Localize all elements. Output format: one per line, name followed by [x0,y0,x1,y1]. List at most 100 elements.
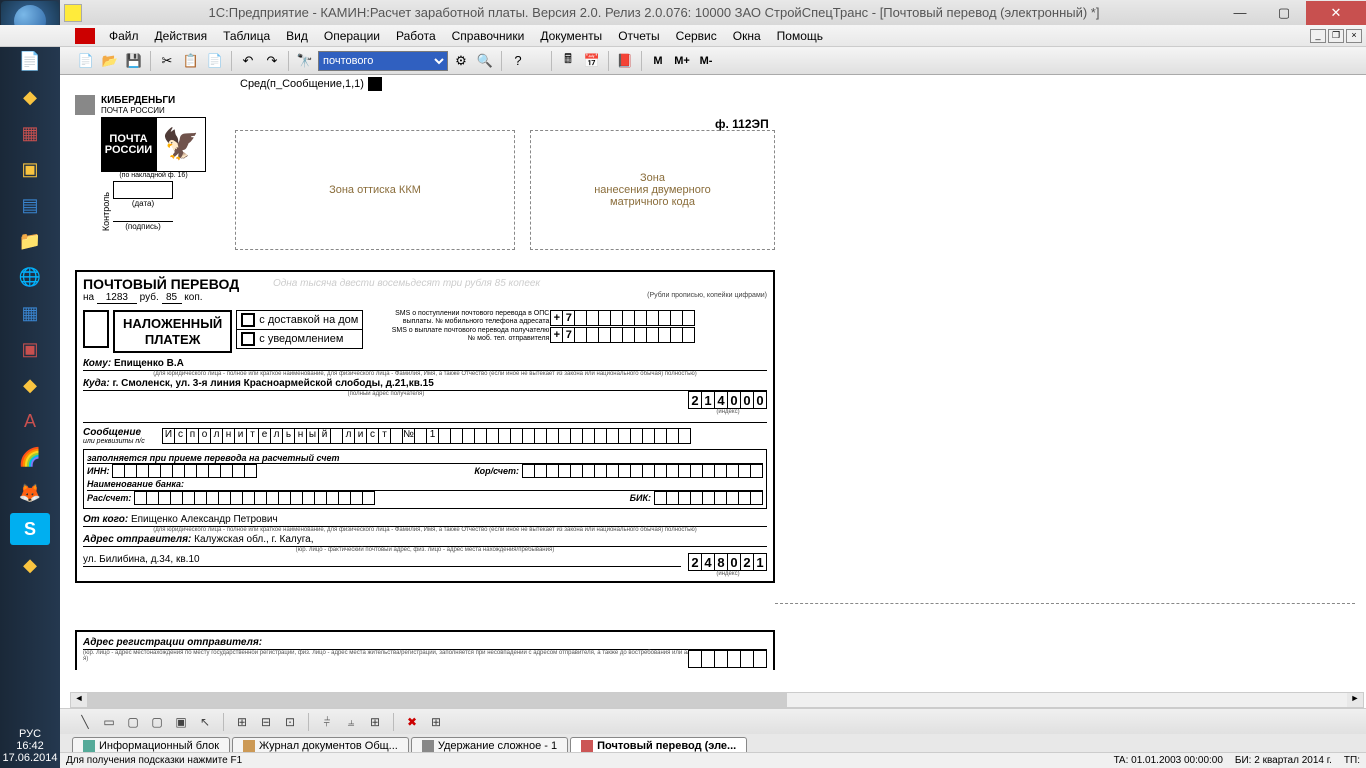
bank-section: заполняется при приеме перевода на расче… [83,449,767,509]
menu-service[interactable]: Сервис [668,29,725,43]
close-button[interactable]: ✕ [1306,1,1366,25]
scroll-left-icon[interactable]: ◄ [71,693,87,707]
taskbar-chrome-icon[interactable]: 🌈 [10,441,50,473]
menu-windows[interactable]: Окна [725,29,769,43]
horizontal-scrollbar[interactable]: ◄ ► [70,692,1364,708]
addr-otpr-label: Адрес отправителя: [83,534,191,545]
align-icon[interactable]: ⫨ [341,712,361,732]
calendar-icon[interactable]: 📅 [581,50,603,72]
new-icon[interactable]: 📄 [75,50,97,72]
otkogo-label: От кого: [83,514,128,525]
taskbar-icon[interactable]: Α [10,405,50,437]
menu-work[interactable]: Работа [388,29,444,43]
menu-actions[interactable]: Действия [147,29,216,43]
cyber-label: КИБЕРДЕНЬГИ [101,95,206,106]
save-icon[interactable]: 💾 [123,50,145,72]
calc-icon[interactable]: 🖩 [557,50,579,72]
scroll-right-icon[interactable]: ► [1347,693,1363,707]
status-bi: БИ: 2 квартал 2014 г. [1235,755,1332,766]
taskbar-icon[interactable]: 📁 [10,225,50,257]
grid-icon[interactable]: ⊞ [232,712,252,732]
menu-refs[interactable]: Справочники [444,29,533,43]
rect-icon[interactable]: ▭ [99,712,119,732]
search-combo[interactable]: почтового [318,51,448,71]
amount-words: Одна тысяча двести восемьдесят три рубля… [273,278,540,289]
delivery-checkbox[interactable]: с доставкой на дом [236,310,363,330]
binoculars-icon[interactable]: 🔍 [474,50,496,72]
mdi-minimize-button[interactable]: _ [1310,29,1326,43]
taskbar-icon[interactable]: ◆ [10,369,50,401]
m-minus-button[interactable]: M- [695,50,717,72]
zone-kkm: Зона оттиска ККМ [235,130,515,250]
open-icon[interactable]: 📂 [99,50,121,72]
taskbar-icon[interactable]: ▦ [10,117,50,149]
menu-help[interactable]: Помощь [769,29,831,43]
align-icon[interactable]: ⊞ [365,712,385,732]
mdi-close-button[interactable]: × [1346,29,1362,43]
sender-index: 248021 [689,553,767,571]
toggle-icon[interactable]: ⊞ [426,712,446,732]
align-icon[interactable]: ⫩ [317,712,337,732]
taskbar-skype-icon[interactable]: S [10,513,50,545]
mdi-restore-button[interactable]: ❐ [1328,29,1344,43]
help-icon[interactable]: ? [507,50,529,72]
taskbar-icon[interactable]: ▤ [10,189,50,221]
taskbar-icon[interactable]: ▦ [10,297,50,329]
grid-icon[interactable]: ⊡ [280,712,300,732]
date-box [113,181,173,199]
taskbar-icon[interactable]: ▣ [10,153,50,185]
menu-table[interactable]: Таблица [215,29,278,43]
menu-view[interactable]: Вид [278,29,316,43]
redo-icon[interactable]: ↷ [261,50,283,72]
pointer-icon[interactable]: ↖ [195,712,215,732]
cut-icon[interactable]: ✂ [156,50,178,72]
menu-file[interactable]: Файл [101,29,147,43]
paste-icon[interactable]: 📄 [204,50,226,72]
taskbar-icon[interactable]: 🌐 [10,261,50,293]
taskbar-icon[interactable]: 📄 [10,45,50,77]
book-icon[interactable]: 📕 [614,50,636,72]
menu-operations[interactable]: Операции [316,29,388,43]
scroll-thumb[interactable] [87,693,787,707]
taskbar-icon[interactable]: ◆ [10,549,50,581]
notice-checkbox[interactable]: с уведомлением [236,330,363,349]
shape-icon[interactable]: ▣ [171,712,191,732]
form-title: ПОЧТОВЫЙ ПЕРЕВОД [83,276,239,292]
line-icon[interactable]: ╲ [75,712,95,732]
menubar: Файл Действия Таблица Вид Операции Работ… [0,25,1366,47]
maximize-button[interactable]: ▢ [1262,1,1306,25]
menu-reports[interactable]: Отчеты [610,29,667,43]
reg-caption: (юр. лицо - адрес местонахождения по мес… [83,650,689,668]
taskbar-icon[interactable]: ◆ [10,81,50,113]
grid-icon[interactable]: ⊟ [256,712,276,732]
sms1-label: SMS о поступлении почтового перевода в О… [369,310,549,325]
copy-icon[interactable]: 📋 [180,50,202,72]
kop-label: коп. [184,292,202,303]
text-icon[interactable]: ▢ [123,712,143,732]
m-plus-button[interactable]: M+ [671,50,693,72]
minimize-button[interactable]: — [1218,1,1262,25]
menu-docs[interactable]: Документы [532,29,610,43]
lang-indicator: РУС [0,728,60,740]
tool-icon[interactable]: ⚙ [450,50,472,72]
bankname-label: Наименование банка: [87,479,184,489]
taskbar-clock[interactable]: РУС 16:42 17.06.2014 [0,724,60,768]
na-label: на [83,292,94,303]
eagle-logo: 🦅 [156,117,206,172]
kuda-label: Куда: [83,378,110,389]
message-grid: Исполнительныйлист№1 [163,428,691,444]
taskbar-firefox-icon[interactable]: 🦊 [10,477,50,509]
shape-icon[interactable]: ▢ [147,712,167,732]
find-icon[interactable]: 🔭 [294,50,316,72]
formula-cell-indicator [368,77,382,91]
date: 17.06.2014 [0,752,60,764]
status-ta: TA: 01.01.2003 00:00:00 [1114,755,1223,766]
formula-bar: Сред(п_Сообщение,1,1) [60,75,1366,93]
toolbar: 📄 📂 💾 ✂ 📋 📄 ↶ ↷ 🔭 почтового ⚙ 🔍 ? 🖩 📅 📕 … [0,47,1366,75]
otkogo-value: Епищенко Александр Петрович [131,514,278,525]
undo-icon[interactable]: ↶ [237,50,259,72]
toggle-icon[interactable]: ✖ [402,712,422,732]
m-button[interactable]: M [647,50,669,72]
komu-caption: (для юридического лица - полное или крат… [83,371,767,377]
taskbar-icon[interactable]: ▣ [10,333,50,365]
